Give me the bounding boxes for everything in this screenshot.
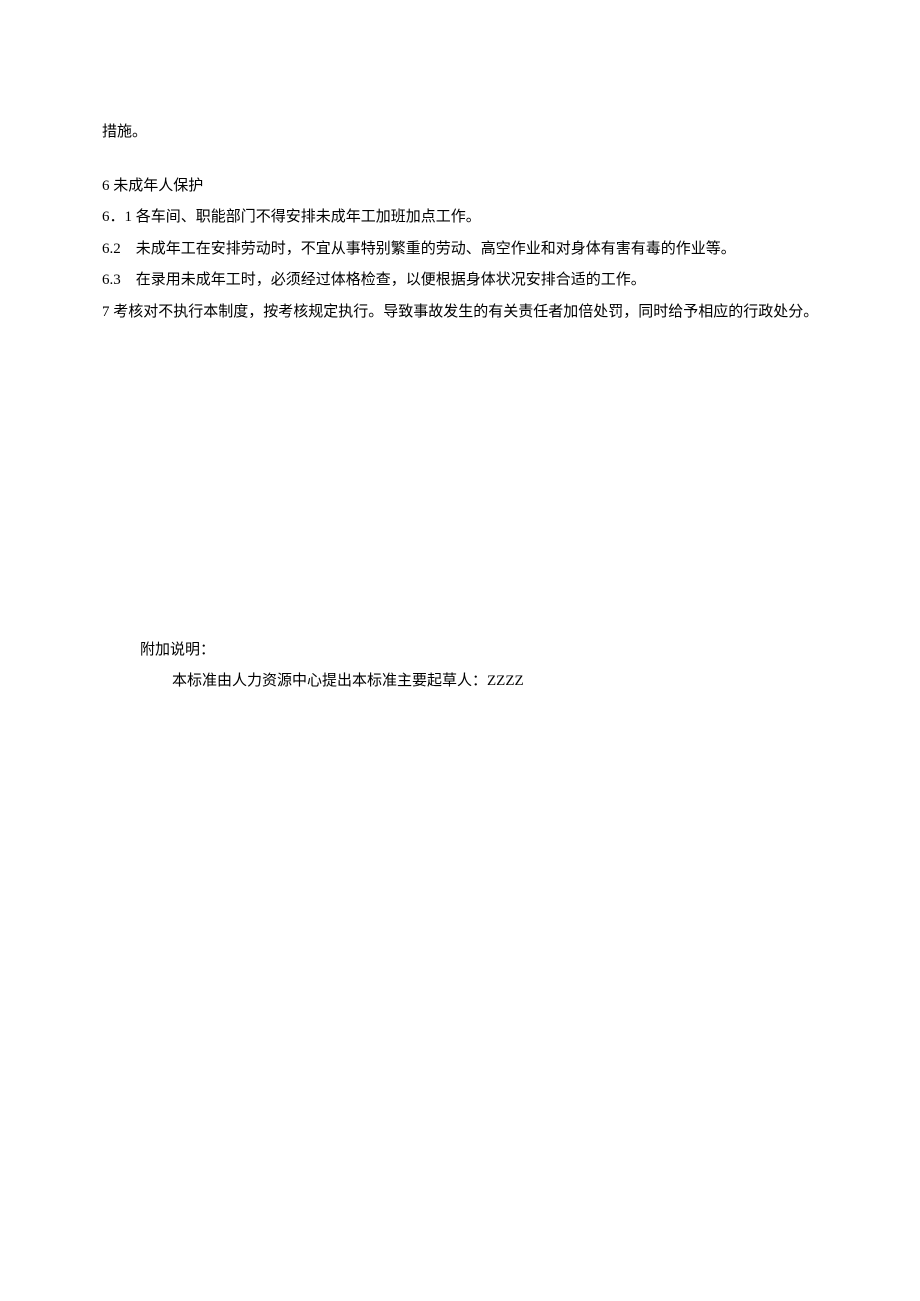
paragraph-measures-continuation: 措施。	[102, 118, 820, 147]
section-6-2: 6.2 未成年工在安排劳动时，不宜从事特别繁重的劳动、高空作业和对身体有害有毒的…	[102, 235, 820, 264]
appendix-body: 本标准由人力资源中心提出本标准主要起草人：ZZZZ	[102, 667, 820, 696]
appendix-section: 附加说明： 本标准由人力资源中心提出本标准主要起草人：ZZZZ	[102, 636, 820, 695]
section-6-heading: 6 未成年人保护	[102, 172, 820, 201]
appendix-title: 附加说明：	[102, 636, 820, 665]
section-6-1: 6．1 各车间、职能部门不得安排未成年工加班加点工作。	[102, 203, 820, 232]
section-6-3: 6.3 在录用未成年工时，必须经过体格检查，以便根据身体状况安排合适的工作。	[102, 266, 820, 295]
section-7: 7 考核对不执行本制度，按考核规定执行。导致事故发生的有关责任者加倍处罚，同时给…	[102, 298, 820, 327]
